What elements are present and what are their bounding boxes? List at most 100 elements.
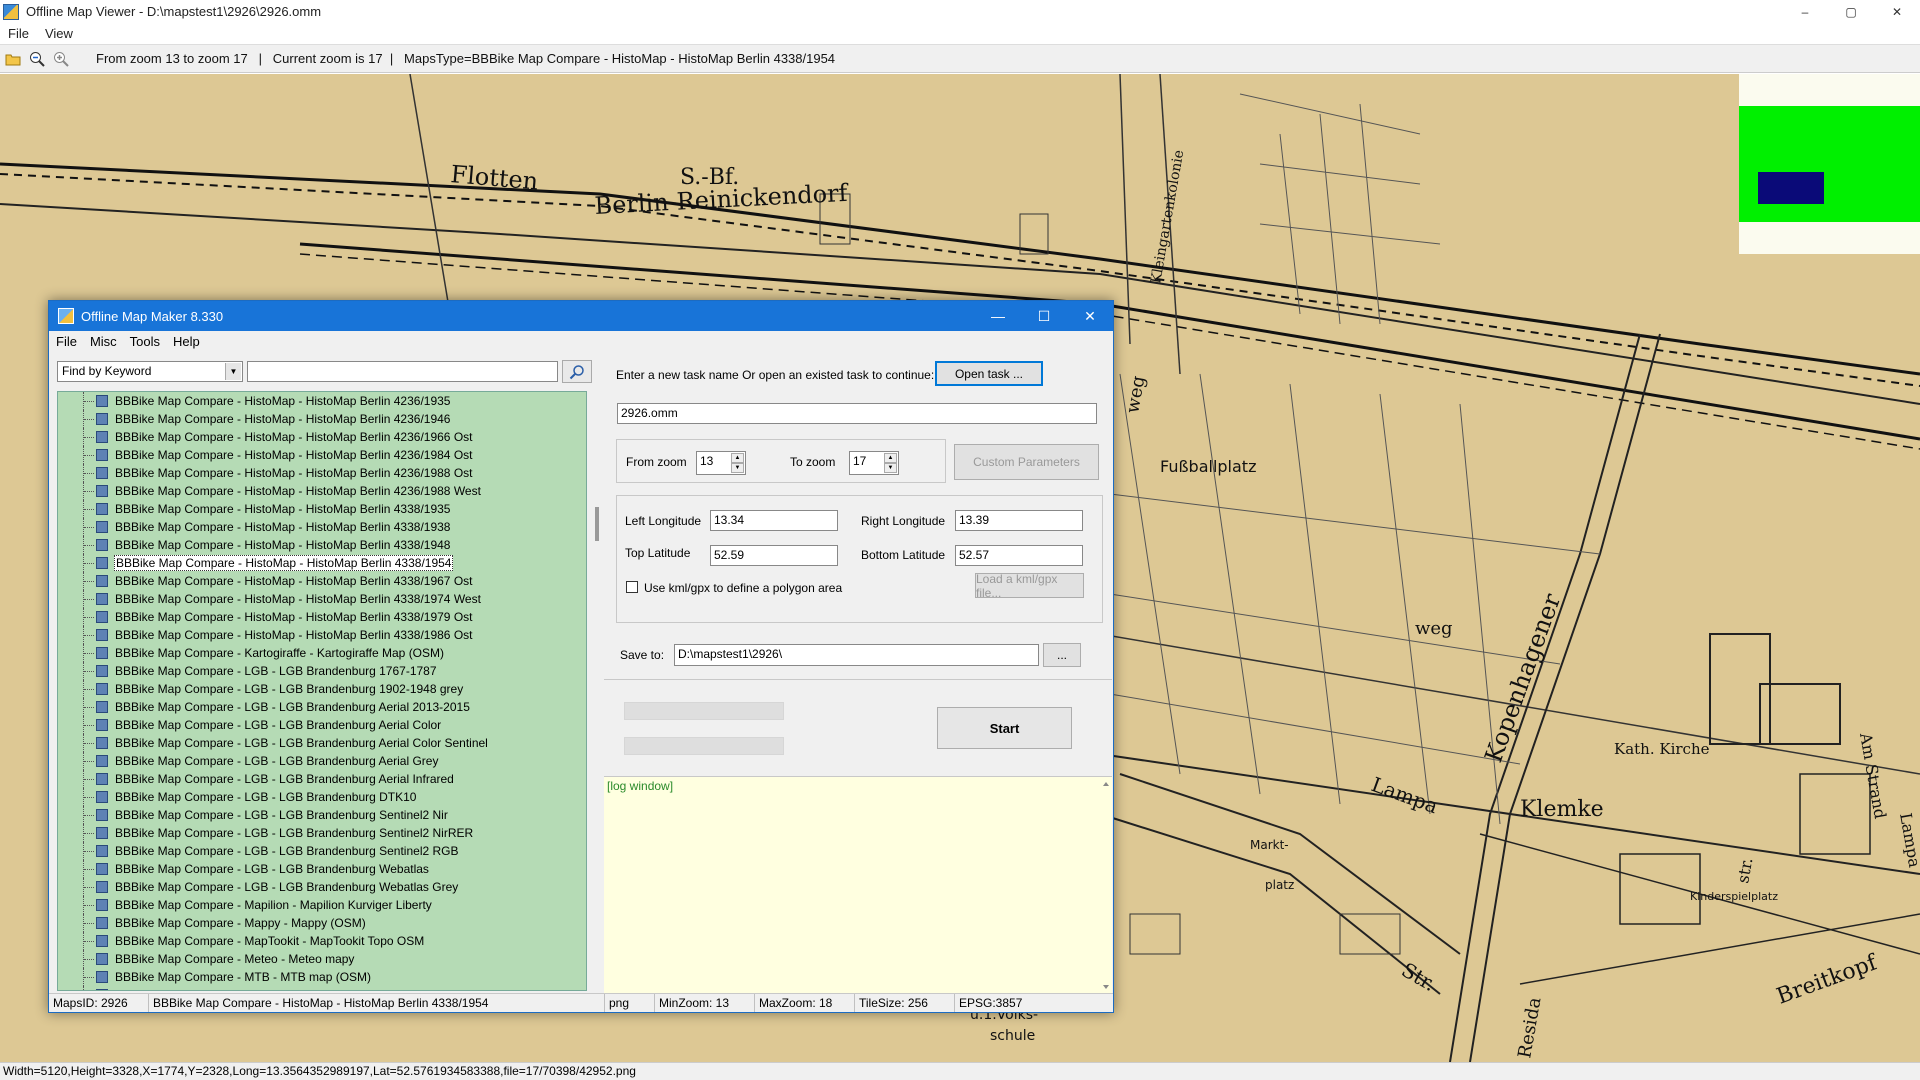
browse-folder-button[interactable]: ... (1043, 643, 1081, 667)
tree-item[interactable]: BBBike Map Compare - HistoMap - HistoMap… (58, 428, 586, 446)
spin-down-icon[interactable]: ▼ (884, 463, 897, 473)
spin-up-icon[interactable]: ▲ (884, 453, 897, 463)
task-name-input[interactable]: 2926.omm (617, 403, 1097, 424)
tree-item[interactable]: BBBike Map Compare - HistoMap - HistoMap… (58, 518, 586, 536)
tree-item-label: BBBike Map Compare - LGB - LGB Brandenbu… (115, 808, 448, 822)
tree-connector (83, 626, 99, 644)
tree-item[interactable]: BBBike Map Compare - LGB - LGB Brandenbu… (58, 824, 586, 842)
tree-item[interactable]: BBBike Map Compare - LGB - LGB Brandenbu… (58, 734, 586, 752)
tree-item[interactable]: BBBike Map Compare - HistoMap - HistoMap… (58, 590, 586, 608)
tree-item[interactable]: BBBike Map Compare - HistoMap - HistoMap… (58, 626, 586, 644)
tree-item-label: BBBike Map Compare - LGB - LGB Brandenbu… (115, 718, 442, 732)
menu-file[interactable]: File (0, 26, 37, 41)
find-mode-select[interactable]: Find by Keyword ▼ (57, 361, 243, 382)
custom-parameters-button[interactable]: Custom Parameters (954, 444, 1099, 480)
tree-item[interactable]: BBBike Map Compare - HistoMap - HistoMap… (58, 608, 586, 626)
dialog-menu-misc[interactable]: Misc (83, 334, 123, 349)
dialog-menu-file[interactable]: File (49, 334, 83, 349)
log-window[interactable]: [log window] (604, 776, 1112, 993)
tree-item[interactable]: BBBike Map Compare - HistoMap - HistoMap… (58, 464, 586, 482)
tree-item[interactable]: BBBike Map Compare - LGB - LGB Brandenbu… (58, 806, 586, 824)
tree-item-label: BBBike Map Compare - HistoMap - HistoMap… (115, 430, 473, 444)
progress-bar-total (624, 702, 784, 720)
tree-item-label: BBBike Map Compare - HistoMap - HistoMap… (115, 412, 451, 426)
map-label-kath-kirche: Kath. Kirche (1614, 740, 1710, 758)
tree-item[interactable]: BBBike Map Compare - Mappy - Mappy (OSM) (58, 914, 586, 932)
tree-item[interactable]: BBBike Map Compare - HistoMap - HistoMap… (58, 572, 586, 590)
open-task-button[interactable]: Open task ... (935, 361, 1043, 386)
zoom-out-icon[interactable] (26, 48, 48, 70)
minimize-button[interactable]: – (1782, 0, 1828, 23)
tree-connector (83, 482, 99, 500)
zoom-in-icon[interactable] (50, 48, 72, 70)
tree-item[interactable]: BBBike Map Compare - HistoMap - HistoMap… (58, 410, 586, 428)
dialog-status-bar: MapsID: 2926 BBBike Map Compare - HistoM… (49, 993, 1113, 1012)
tree-item[interactable]: BBBike Map Compare - MTB - MTB map Norwa… (58, 986, 586, 990)
tree-item[interactable]: BBBike Map Compare - HistoMap - HistoMap… (58, 554, 586, 572)
maximize-button[interactable]: ▢ (1828, 0, 1874, 23)
kml-polygon-checkbox[interactable] (626, 581, 638, 593)
dialog-menu-help[interactable]: Help (166, 334, 206, 349)
tree-item-label: BBBike Map Compare - HistoMap - HistoMap… (115, 610, 473, 624)
spin-down-icon[interactable]: ▼ (731, 463, 744, 473)
log-scrollbar[interactable] (1100, 777, 1112, 994)
tree-item[interactable]: BBBike Map Compare - LGB - LGB Brandenbu… (58, 788, 586, 806)
tree-item[interactable]: BBBike Map Compare - LGB - LGB Brandenbu… (58, 716, 586, 734)
tree-item[interactable]: BBBike Map Compare - Mapilion - Mapilion… (58, 896, 586, 914)
tree-item[interactable]: BBBike Map Compare - LGB - LGB Brandenbu… (58, 842, 586, 860)
tree-item[interactable]: BBBike Map Compare - LGB - LGB Brandenbu… (58, 662, 586, 680)
tree-item[interactable]: BBBike Map Compare - Kartogiraffe - Kart… (58, 644, 586, 662)
close-button[interactable]: ✕ (1874, 0, 1920, 23)
map-source-tree[interactable]: BBBike Map Compare - HistoMap - HistoMap… (57, 391, 587, 991)
tree-scrollbar[interactable] (594, 387, 602, 992)
right-longitude-input[interactable]: 13.39 (955, 510, 1083, 531)
dialog-menu-tools[interactable]: Tools (123, 334, 166, 349)
search-input[interactable] (247, 361, 558, 382)
tree-item-label: BBBike Map Compare - HistoMap - HistoMap… (115, 574, 473, 588)
tree-item[interactable]: BBBike Map Compare - HistoMap - HistoMap… (58, 446, 586, 464)
dialog-minimize-button[interactable]: — (975, 301, 1021, 331)
bottom-latitude-input[interactable]: 52.57 (955, 545, 1083, 566)
tree-item[interactable]: BBBike Map Compare - HistoMap - HistoMap… (58, 392, 586, 410)
tree-connector (83, 896, 99, 914)
tree-item-label: BBBike Map Compare - HistoMap - HistoMap… (115, 466, 473, 480)
tree-item[interactable]: BBBike Map Compare - Meteo - Meteo mapy (58, 950, 586, 968)
to-zoom-spinner[interactable]: 17 ▲ ▼ (849, 451, 899, 475)
spin-up-icon[interactable]: ▲ (731, 453, 744, 463)
start-button[interactable]: Start (937, 707, 1072, 749)
tree-connector (83, 842, 99, 860)
save-path-input[interactable]: D:\mapstest1\2926\ (674, 644, 1039, 666)
tree-item[interactable]: BBBike Map Compare - MTB - MTB map (OSM) (58, 968, 586, 986)
tree-item[interactable]: BBBike Map Compare - LGB - LGB Brandenbu… (58, 752, 586, 770)
dialog-maximize-button[interactable]: ☐ (1021, 301, 1067, 331)
menu-view[interactable]: View (37, 26, 81, 41)
tree-item-label: BBBike Map Compare - HistoMap - HistoMap… (115, 502, 451, 516)
map-label-lampa: Lampa (1896, 811, 1920, 869)
map-label-kopenhagener: Kopenhagener (1479, 589, 1566, 766)
dialog-close-button[interactable]: ✕ (1067, 301, 1113, 331)
progress-bar-current (624, 737, 784, 755)
overview-viewport-rect[interactable] (1758, 172, 1824, 204)
tree-item[interactable]: BBBike Map Compare - LGB - LGB Brandenbu… (58, 878, 586, 896)
tree-item[interactable]: BBBike Map Compare - HistoMap - HistoMap… (58, 500, 586, 518)
tree-item[interactable]: BBBike Map Compare - LGB - LGB Brandenbu… (58, 770, 586, 788)
open-folder-icon[interactable] (2, 48, 24, 70)
tree-item[interactable]: BBBike Map Compare - LGB - LGB Brandenbu… (58, 860, 586, 878)
left-longitude-input[interactable]: 13.34 (710, 510, 838, 531)
map-overview-minimap[interactable] (1739, 74, 1920, 254)
tree-item[interactable]: BBBike Map Compare - LGB - LGB Brandenbu… (58, 680, 586, 698)
tree-item[interactable]: BBBike Map Compare - LGB - LGB Brandenbu… (58, 698, 586, 716)
top-latitude-input[interactable]: 52.59 (710, 545, 838, 566)
tree-item[interactable]: BBBike Map Compare - HistoMap - HistoMap… (58, 482, 586, 500)
tree-item-label: BBBike Map Compare - LGB - LGB Brandenbu… (115, 736, 488, 750)
tree-item[interactable]: BBBike Map Compare - MapTookit - MapTook… (58, 932, 586, 950)
from-zoom-spinner[interactable]: 13 ▲ ▼ (696, 451, 746, 475)
tree-item[interactable]: BBBike Map Compare - HistoMap - HistoMap… (58, 536, 586, 554)
tree-scroll-thumb[interactable] (595, 507, 599, 541)
chevron-down-icon[interactable]: ▼ (225, 363, 241, 380)
tree-connector (83, 464, 99, 482)
map-source-pane: Find by Keyword ▼ BBBike Map Compare - H… (49, 351, 599, 991)
load-kml-button[interactable]: Load a kml/gpx file... (975, 572, 1084, 600)
search-button[interactable] (562, 360, 592, 383)
window-titlebar: Offline Map Viewer - D:\mapstest1\2926\2… (0, 0, 1920, 23)
